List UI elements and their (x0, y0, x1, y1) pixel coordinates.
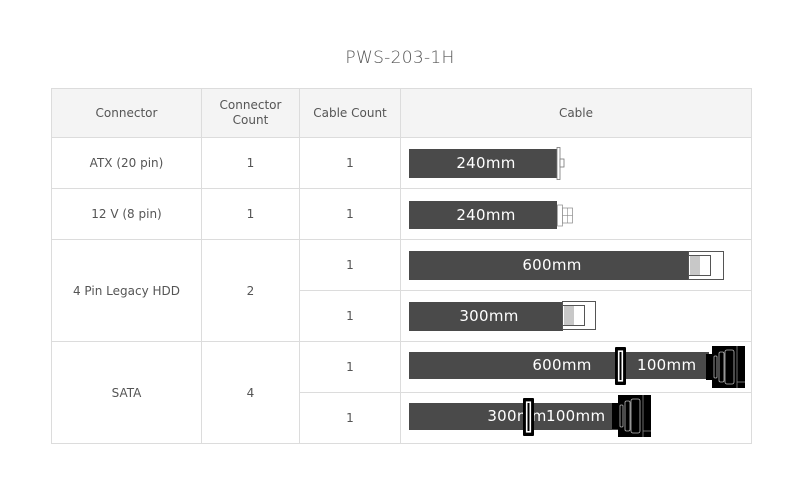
cable-cell: 240mm (400, 188, 752, 240)
cable-cell: 300mm (400, 290, 752, 342)
cable-count-cell: 1 (299, 137, 401, 189)
cable-length: 240mm (456, 206, 516, 224)
cable-length: 600mm (522, 256, 582, 274)
connector-count-cell: 1 (201, 188, 300, 240)
cable-length: 600mm (532, 356, 592, 374)
connector-cell: 12 V (8 pin) (51, 188, 202, 240)
eps-plug-icon (557, 204, 573, 227)
header-cable-count: Cable Count (299, 88, 401, 138)
cable-cell: 240mm (400, 137, 752, 189)
cable-wire: 300mm (409, 302, 563, 331)
spec-table: Connector Connector Count Cable Count Ca… (51, 88, 752, 444)
cable-wire: 300mm 100mm (409, 403, 619, 430)
cable-count-cell: 1 (299, 239, 401, 291)
cable-wire: 240mm (409, 149, 557, 178)
cable-count-cell: 1 (299, 290, 401, 342)
cable-length-secondary: 100mm (546, 407, 606, 425)
header-connector: Connector (51, 88, 202, 138)
molex-plug-icon (688, 251, 724, 280)
cable-count-cell: 1 (299, 188, 401, 240)
header-row: Connector Connector Count Cable Count Ca… (51, 88, 752, 138)
header-cable: Cable (400, 88, 752, 138)
sata-plug-icon (612, 395, 651, 437)
connector-count-cell: 4 (201, 341, 300, 444)
connector-cell: ATX (20 pin) (51, 137, 202, 189)
sata-plug-icon (706, 346, 745, 388)
cable-length-secondary: 100mm (637, 356, 697, 374)
sata-splice-icon (615, 347, 626, 385)
cable-count-cell: 1 (299, 392, 401, 444)
table-row: ATX (20 pin) 1 1 240mm (51, 137, 752, 189)
header-connector-count: Connector Count (201, 88, 300, 138)
cable-cell: 300mm 100mm (400, 392, 752, 444)
connector-count-cell: 2 (201, 239, 300, 342)
molex-plug-icon (562, 301, 596, 330)
sata-splice-icon (523, 398, 534, 436)
connector-cell: 4 Pin Legacy HDD (51, 239, 202, 342)
atx-plug-icon (556, 147, 565, 180)
cable-length: 300mm (487, 407, 547, 425)
connector-cell: SATA (51, 341, 202, 444)
table-row: SATA 4 1 600mm 100mm (51, 341, 752, 444)
cable-length: 300mm (459, 307, 519, 325)
cable-length: 240mm (456, 154, 516, 172)
header-connector-count-label: Connector Count (219, 98, 282, 127)
cable-wire: 600mm 100mm (409, 352, 709, 379)
cable-count-cell: 1 (299, 341, 401, 393)
cable-cell: 600mm 100mm (400, 341, 752, 393)
page-title: PWS-203-1H (345, 48, 455, 68)
table-row: 12 V (8 pin) 1 1 240mm (51, 188, 752, 240)
connector-count-cell: 1 (201, 137, 300, 189)
cable-wire: 240mm (409, 201, 557, 229)
cable-wire: 600mm (409, 251, 689, 280)
cable-cell: 600mm (400, 239, 752, 291)
table-row: 4 Pin Legacy HDD 2 1 600mm (51, 239, 752, 342)
